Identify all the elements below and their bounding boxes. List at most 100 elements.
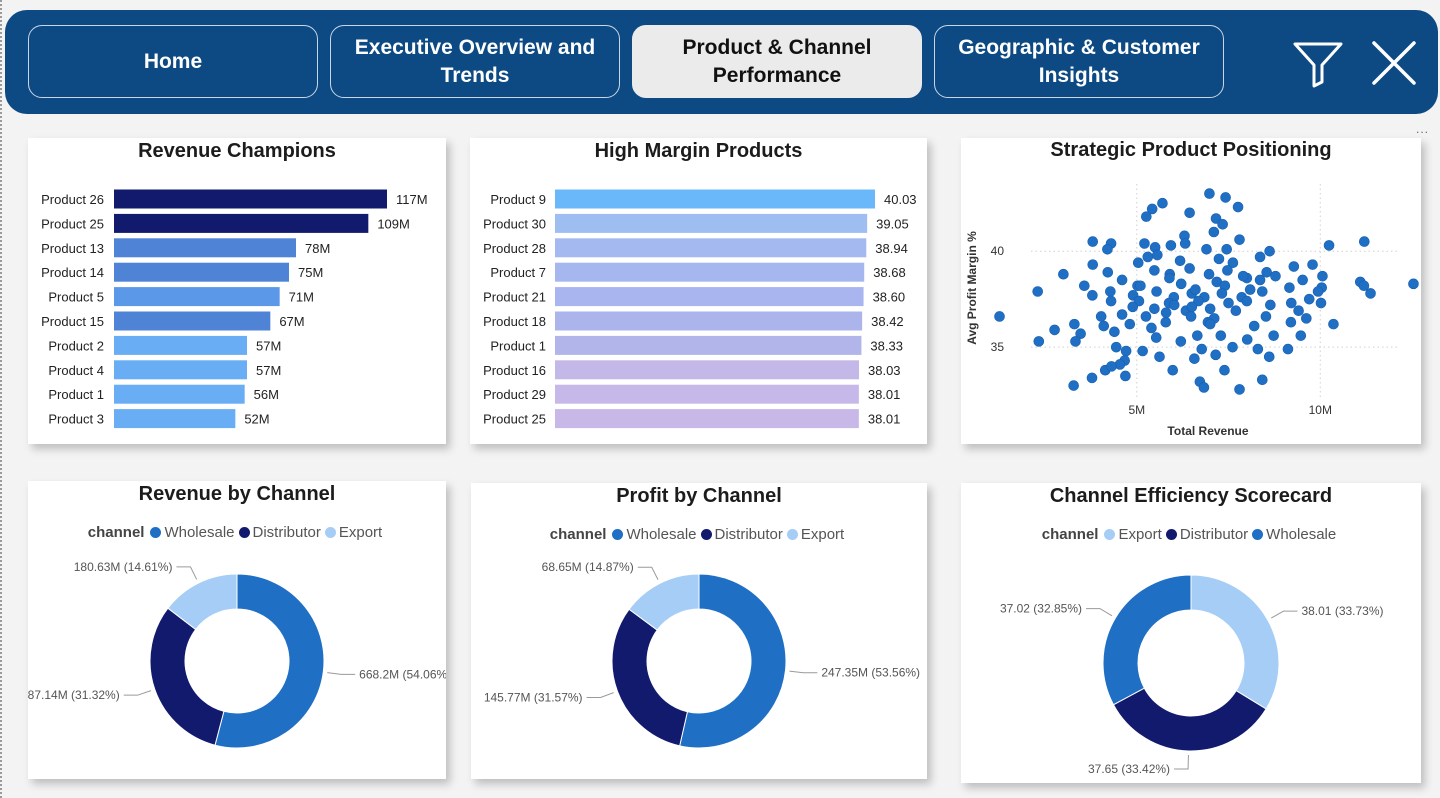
- scatter-point: [1168, 299, 1180, 311]
- leader-line: [637, 566, 659, 580]
- leader-line: [1174, 754, 1189, 770]
- bar: [555, 189, 875, 209]
- scatter-point: [1293, 305, 1304, 316]
- bar: [114, 409, 236, 429]
- category-label: Product 25: [483, 412, 546, 427]
- x-axis-label: Total Revenue: [1167, 424, 1248, 438]
- scatter-point: [1254, 251, 1266, 263]
- category-label: Product 1: [48, 387, 104, 402]
- data-label: 38.94: [875, 241, 908, 256]
- scatter-point: [1203, 268, 1215, 280]
- scatter-point: [1160, 307, 1172, 318]
- leader-line: [586, 692, 614, 699]
- category-label: Product 4: [48, 363, 104, 378]
- scatter-point: [1137, 345, 1148, 357]
- data-label: 38.42: [871, 314, 904, 329]
- bar: [555, 262, 865, 282]
- scatter-point: [1146, 322, 1157, 334]
- data-label: 38.03: [868, 363, 901, 378]
- scatter-point: [1213, 253, 1225, 265]
- revenue-champions-card: Revenue Champions Product 26 117M Product …: [28, 138, 446, 444]
- scatter-point: [1219, 364, 1230, 376]
- scatter-point: [1208, 226, 1220, 238]
- scatter-point: [1087, 290, 1098, 301]
- scatter-point: [1068, 380, 1079, 391]
- scatter-point: [1175, 336, 1187, 347]
- scatter-point: [1282, 343, 1294, 355]
- data-label: 117M: [396, 192, 428, 207]
- scatter-point: [1254, 274, 1266, 286]
- scatter-point: [1105, 286, 1116, 297]
- tab-home[interactable]: Home: [28, 25, 318, 98]
- scatter-point: [1288, 261, 1300, 272]
- scatter-point: [1120, 370, 1131, 382]
- bar: [114, 311, 271, 331]
- high-margin-products-card: High Margin Products Product 9 40.03 Produ…: [470, 138, 927, 444]
- tab-geographic-customer[interactable]: Geographic & Customer Insights: [934, 25, 1224, 98]
- channel-efficiency-scorecard-chart: 38.01 (33.73%) 37.65 (33.42%) 37.02 (32.85…: [1000, 574, 1384, 776]
- category-label: Product 21: [483, 290, 546, 305]
- scatter-point: [1196, 343, 1208, 355]
- data-label: 39.05: [876, 216, 909, 231]
- scatter-point: [1270, 270, 1281, 282]
- y-axis-label: Avg Profit Margin %: [965, 231, 979, 345]
- scatter-point: [1174, 255, 1186, 267]
- category-label: Product 7: [490, 265, 546, 280]
- leader-line: [123, 690, 152, 696]
- data-label: 145.77M (31.57%): [484, 691, 583, 705]
- donut-slice: [611, 608, 689, 747]
- scatter-point: [1152, 249, 1163, 261]
- scatter-point: [1132, 257, 1144, 269]
- scatter-point: [1285, 297, 1297, 309]
- category-label: Product 14: [41, 265, 104, 280]
- scatter-point: [1264, 245, 1275, 257]
- scatter-point: [1124, 318, 1136, 330]
- scatter-point: [1149, 303, 1160, 315]
- category-label: Product 9: [490, 192, 546, 207]
- scatter-point: [1303, 293, 1315, 305]
- tab-product-channel[interactable]: Product & Channel Performance: [632, 25, 922, 98]
- scatter-point: [1127, 301, 1139, 313]
- category-label: Product 1: [490, 338, 546, 353]
- navigation-bar: Home Executive Overview and Trends Produ…: [5, 10, 1438, 114]
- data-label: 38.01: [868, 412, 901, 427]
- scatter-point: [1102, 267, 1114, 278]
- data-label: 38.60: [873, 290, 906, 305]
- tab-executive-overview[interactable]: Executive Overview and Trends: [330, 25, 620, 98]
- scatter-point: [994, 311, 1005, 322]
- category-label: Product 16: [483, 363, 546, 378]
- scatter-point: [1216, 288, 1228, 299]
- more-options-icon[interactable]: ...: [1416, 122, 1429, 136]
- scatter-point: [1105, 295, 1117, 307]
- scatter-point: [1164, 272, 1175, 284]
- filter-icon[interactable]: [1291, 38, 1345, 88]
- y-tick-label: 40: [991, 244, 1005, 258]
- scatter-point: [1328, 318, 1339, 330]
- leader-line: [327, 672, 356, 675]
- scatter-point: [1150, 332, 1162, 343]
- scatter-point: [1295, 330, 1307, 341]
- scatter-point: [1120, 345, 1132, 357]
- scatter-point: [1154, 351, 1165, 363]
- scatter-point: [1157, 197, 1168, 209]
- data-label: 38.01 (33.73%): [1301, 604, 1383, 618]
- close-icon[interactable]: [1367, 38, 1421, 88]
- revenue-by-channel-chart: 668.2M (54.06%) 387.14M (31.32%) 180.63M (…: [28, 560, 446, 749]
- scatter-point: [1284, 282, 1295, 293]
- scatter-point: [1223, 297, 1234, 309]
- page-edge-guide: [0, 0, 3, 798]
- scatter-point: [1069, 318, 1080, 330]
- scatter-point: [1109, 326, 1120, 338]
- strategic-product-positioning-card: Strategic Product Positioning 5M 10M 35 40 T…: [961, 138, 1421, 444]
- scatter-point: [1135, 280, 1146, 292]
- scatter-point: [1241, 295, 1253, 307]
- scatter-point: [1116, 274, 1128, 286]
- revenue-by-channel-card: Revenue by Channel channel Wholesale Distr…: [28, 481, 446, 779]
- scatter-point: [1222, 265, 1233, 276]
- category-label: Product 29: [483, 387, 546, 402]
- data-label: 40.03: [884, 192, 917, 207]
- scatter-point: [1285, 316, 1297, 328]
- tab-home-label: Home: [143, 49, 203, 73]
- scatter-point: [1359, 236, 1370, 247]
- donut-slice: [1102, 574, 1192, 706]
